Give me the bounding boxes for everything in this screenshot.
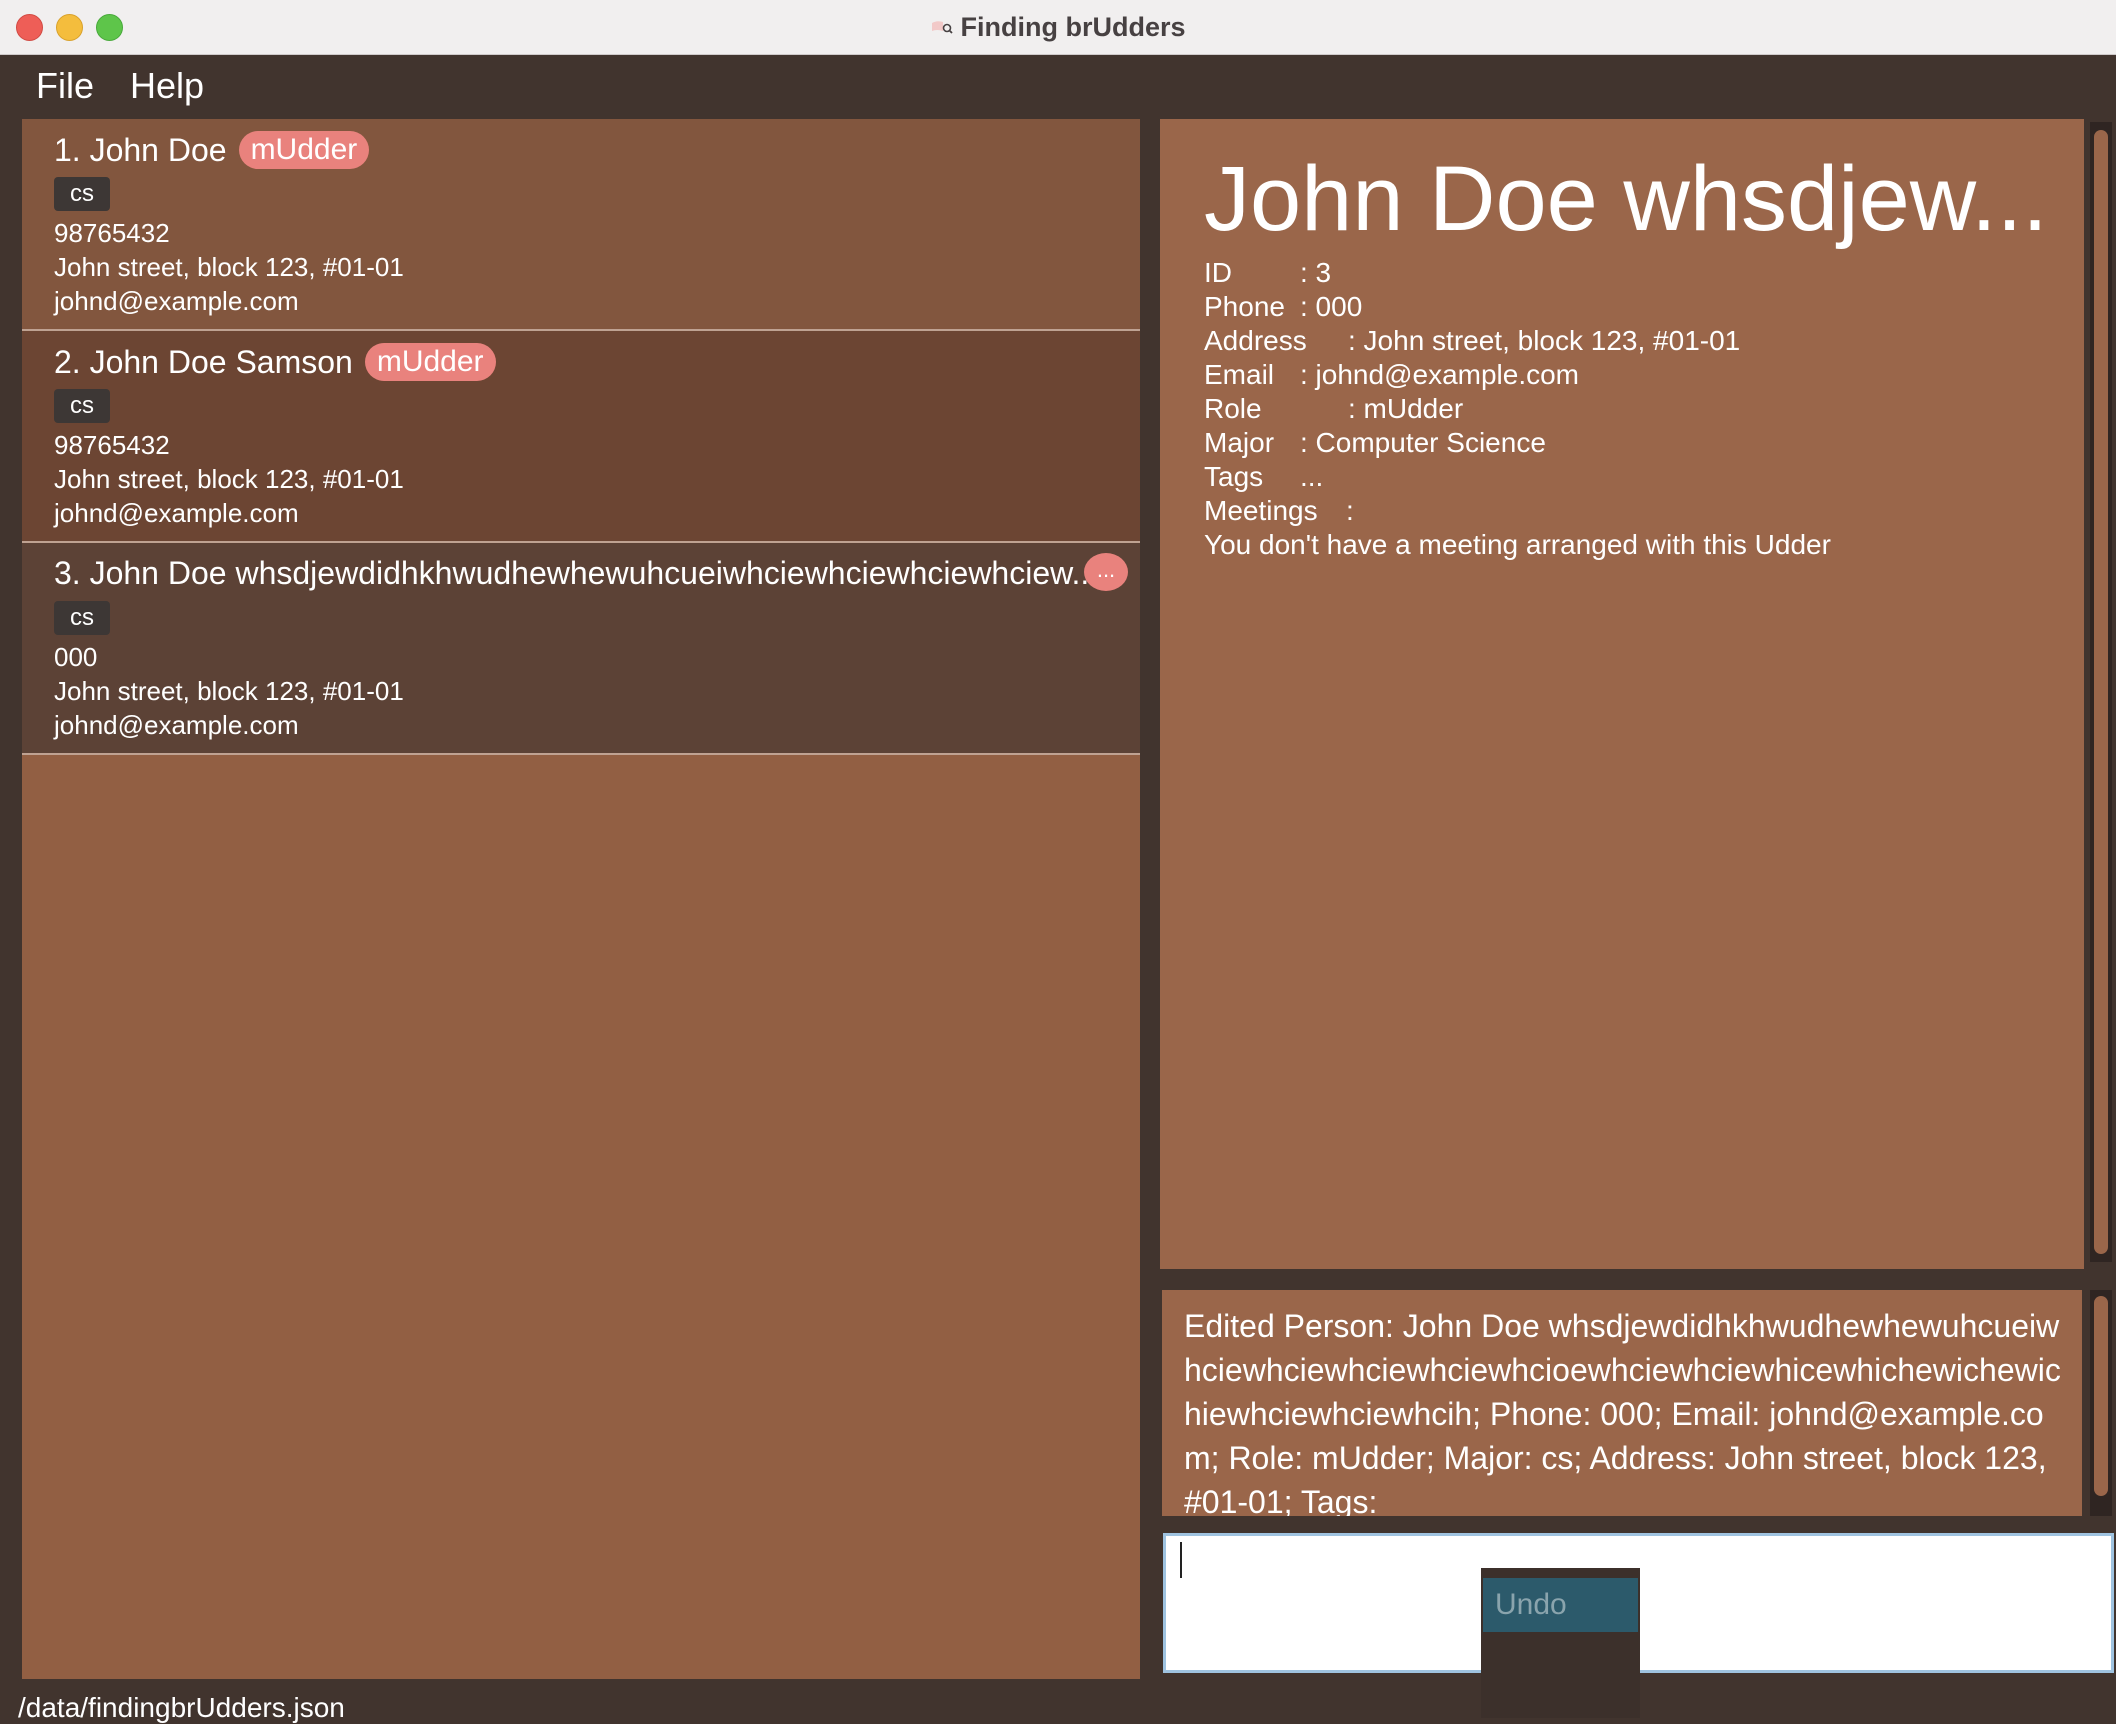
detail-meetings-label: Meetings [1204, 495, 1318, 526]
tag-badge: cs [54, 177, 110, 211]
app-icon [931, 19, 953, 35]
person-address: John street, block 123, #01-01 [54, 464, 404, 494]
person-detail-panel: John Doe whsdjew... ID : 3 Phone : 000 A… [1160, 119, 2084, 1269]
detail-id-label: ID [1204, 257, 1232, 288]
meeting-note: You don't have a meeting arranged with t… [1204, 529, 1831, 560]
menu-file[interactable]: File [36, 65, 94, 107]
person-name: 2. John Doe Samson [54, 343, 353, 380]
context-menu-undo[interactable]: Undo [1483, 1578, 1638, 1632]
detail-tags-label: Tags [1204, 461, 1264, 492]
window-title: Finding brUdders [960, 11, 1186, 42]
detail-phone-label: Phone [1204, 291, 1285, 322]
detail-meetings-value: : [1346, 495, 1354, 526]
result-scrollbar-thumb[interactable] [2094, 1296, 2108, 1496]
person-card[interactable]: 1. John Doe mUdder cs 98765432 John stre… [22, 119, 1140, 331]
person-card-selected[interactable]: 3. John Doe whsdjewdidhkhwudhewhewuhcuei… [22, 543, 1140, 755]
result-display: Edited Person: John Doe whsdjewdidhkhwud… [1162, 1290, 2082, 1516]
detail-phone-value: : 000 [1300, 291, 1363, 322]
person-list[interactable]: 1. John Doe mUdder cs 98765432 John stre… [22, 119, 1140, 1679]
result-text: Edited Person: John Doe whsdjewdidhkhwud… [1184, 1308, 2061, 1516]
detail-address-value: : John street, block 123, #01-01 [1348, 325, 1741, 356]
role-badge: mUdder [364, 343, 496, 381]
detail-id-value: : 3 [1300, 257, 1332, 288]
detail-email-value: : johnd@example.com [1300, 359, 1580, 390]
person-card[interactable]: 2. John Doe Samson mUdder cs 98765432 Jo… [22, 331, 1140, 543]
person-address: John street, block 123, #01-01 [54, 252, 404, 282]
detail-role-value: : mUdder [1348, 393, 1464, 424]
status-bar-path: /data/findingbrUdders.json [18, 1692, 345, 1723]
detail-name: John Doe whsdjew... [1204, 148, 2048, 250]
person-email: johnd@example.com [54, 286, 299, 316]
menu-help[interactable]: Help [130, 65, 204, 107]
detail-address-label: Address [1204, 325, 1307, 356]
tag-badge: cs [54, 601, 110, 635]
tag-badge: cs [54, 389, 110, 423]
detail-scrollbar-thumb[interactable] [2094, 130, 2108, 1254]
menu-bar: File Help [0, 55, 2116, 115]
person-name: 3. John Doe whsdjewdidhkhwudhewhewuhcuei… [54, 555, 1099, 591]
text-caret [1180, 1542, 1182, 1578]
role-badge-truncated: ... [1084, 553, 1128, 591]
role-badge: mUdder [238, 131, 370, 169]
detail-major-value: : Computer Science [1300, 427, 1546, 458]
title-bar: Finding brUdders [0, 0, 2116, 55]
detail-role-label: Role [1204, 393, 1262, 424]
person-email: johnd@example.com [54, 498, 299, 528]
person-email: johnd@example.com [54, 710, 299, 740]
person-address: John street, block 123, #01-01 [54, 676, 404, 706]
detail-major-label: Major [1204, 427, 1275, 458]
person-phone: 98765432 [54, 218, 170, 248]
person-phone: 000 [54, 642, 98, 672]
person-phone: 98765432 [54, 430, 170, 460]
person-name: 1. John Doe [54, 131, 227, 168]
detail-email-label: Email [1204, 359, 1275, 390]
detail-tags-value: ... [1300, 461, 1324, 492]
